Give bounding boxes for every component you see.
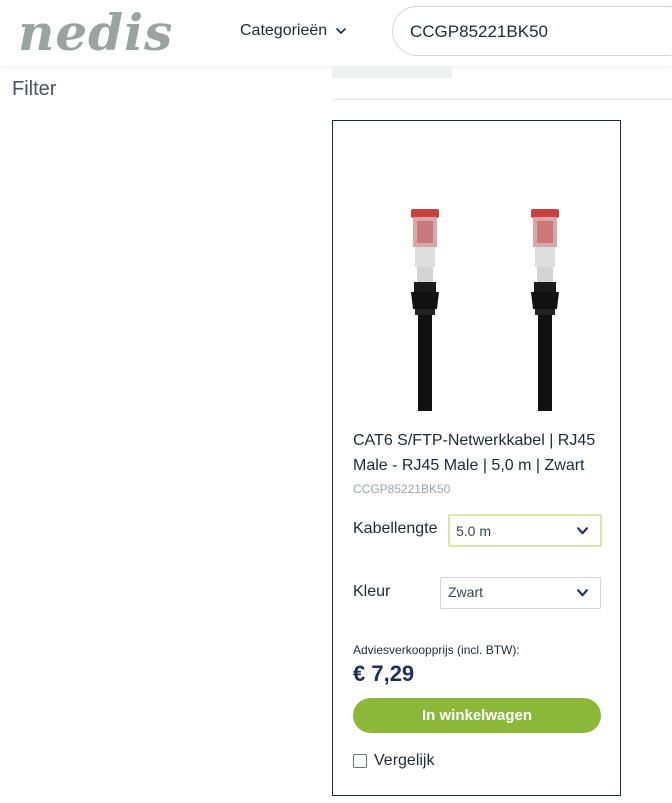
cable-right [531,209,559,411]
search-input[interactable] [410,20,670,44]
product-card: CAT6 S/FTP-Netwerkkabel | RJ45 Male - RJ… [332,120,621,796]
color-label: Kleur [353,583,391,600]
tab-placeholder [332,66,452,78]
product-image[interactable] [353,181,603,411]
price-label: Adviesverkoopprijs (incl. BTW): [353,643,520,657]
compare-toggle[interactable]: Vergelijk [353,752,434,770]
categories-label: Categorieën [240,22,328,39]
cable-length-value: 5.0 m [456,523,492,539]
color-value: Zwart [448,584,483,600]
product-title[interactable]: CAT6 S/FTP-Netwerkkabel | RJ45 Male - RJ… [353,428,608,478]
cable-length-select[interactable]: 5.0 m [448,514,602,547]
chevron-down-icon [577,527,588,535]
cable-length-label: Kabellengte [353,520,438,537]
cable-left [411,209,439,411]
chevron-down-icon [336,28,346,34]
compare-label: Vergelijk [374,752,435,769]
product-price: € 7,29 [353,661,415,686]
filter-heading[interactable]: Filter [12,78,56,101]
search-box[interactable] [392,6,672,56]
categories-menu-button[interactable]: Categorieën [240,20,347,42]
add-to-cart-button[interactable]: In winkelwagen [353,698,601,733]
chevron-down-icon [577,589,588,597]
results-divider [332,99,672,100]
compare-checkbox[interactable] [353,754,367,768]
site-header: nedis Categorieën [0,0,672,66]
color-select[interactable]: Zwart [440,577,601,609]
nedis-logo[interactable]: nedis [18,8,173,58]
product-sku: CCGP85221BK50 [353,482,451,496]
